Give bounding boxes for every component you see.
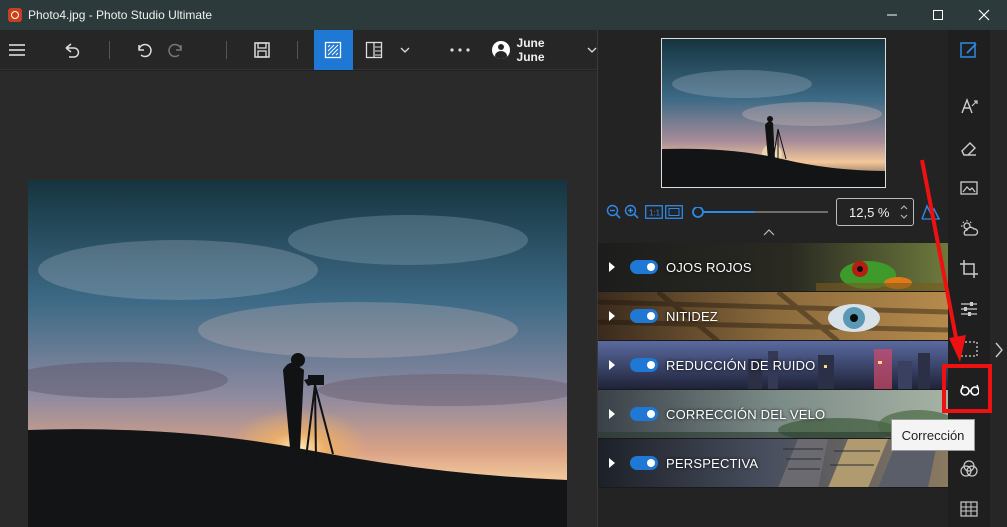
annotation-arrow [920, 159, 966, 362]
highlight-box [942, 364, 992, 413]
tooltip: Corrección [891, 419, 975, 451]
